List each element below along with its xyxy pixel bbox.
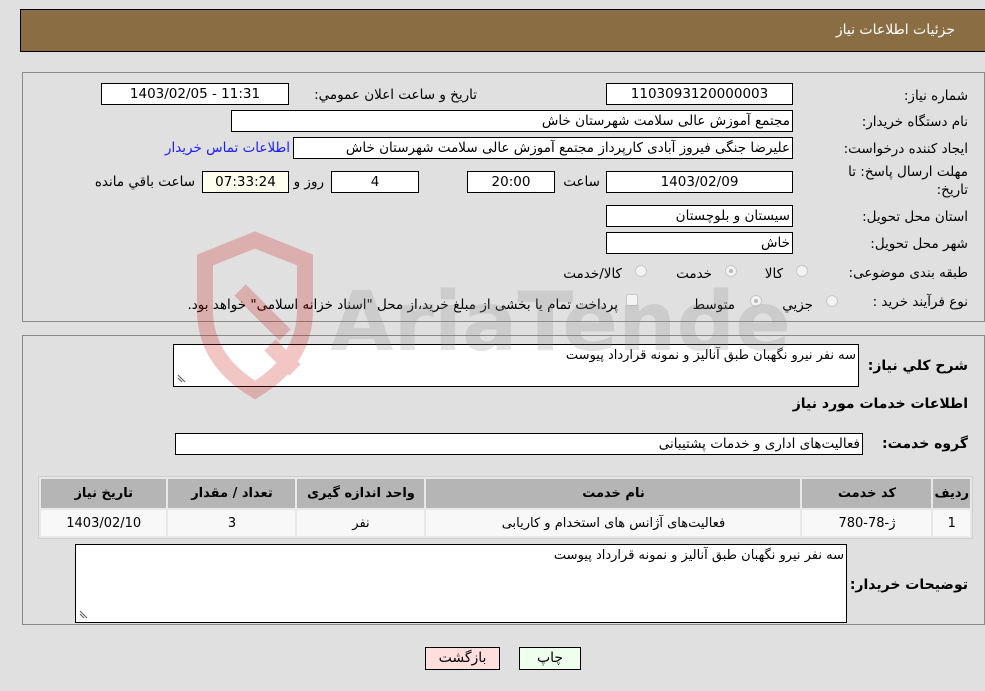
cell-row-number: 1 — [933, 510, 970, 536]
remaining-time-field: 07:33:24 — [202, 171, 289, 193]
cell-quantity: 3 — [168, 510, 296, 536]
col-unit: واحد اندازه گیری — [297, 479, 425, 508]
need-number-label: شماره نیاز: — [903, 88, 968, 104]
table-header-row: ردیف کد خدمت نام خدمت واحد اندازه گیری ت… — [41, 479, 970, 508]
resize-grip-icon[interactable] — [79, 610, 88, 619]
category-radio-service[interactable] — [725, 265, 737, 277]
purchase-radio-medium[interactable] — [750, 295, 762, 307]
category-option-goods: کالا — [764, 266, 783, 282]
description-label: شرح کلي نياز: — [867, 358, 968, 374]
resize-grip-icon[interactable] — [177, 374, 186, 383]
cell-service-name: فعالیت‌های آژانس های استخدام و کاریابی — [426, 510, 801, 536]
deadline-time-label: ساعت — [563, 174, 600, 190]
purchase-type-label: نوع فرآیند خرید : — [872, 294, 968, 310]
purchase-option-medium: متوسط — [692, 297, 735, 313]
creator-label: ایجاد کننده درخواست: — [843, 141, 968, 157]
services-section-title: اطلاعات خدمات مورد نیاز — [792, 396, 968, 412]
deadline-label: مهلت ارسال پاسخ: تا — [848, 164, 968, 180]
col-quantity: تعداد / مقدار — [168, 479, 296, 508]
services-table-wrap: ردیف کد خدمت نام خدمت واحد اندازه گیری ت… — [38, 476, 973, 539]
table-row: 1 ژ-78-780 فعالیت‌های آژانس های استخدام … — [41, 510, 970, 536]
need-number-field: 1103093120000003 — [606, 83, 793, 105]
description-textarea[interactable]: سه نفر نیرو نگهبان طبق آنالیز و نمونه قر… — [173, 344, 859, 387]
back-button[interactable]: بازگشت — [425, 647, 500, 670]
creator-field: علیرضا جنگی فیروز آبادی کارپرداز مجتمع آ… — [293, 137, 793, 159]
treasury-checkbox[interactable] — [626, 294, 638, 306]
col-service-name: نام خدمت — [426, 479, 801, 508]
category-radio-goods-service[interactable] — [635, 265, 647, 277]
page-title: جزئیات اطلاعات نیاز — [835, 22, 955, 38]
buyer-contact-link[interactable]: اطلاعات تماس خریدار — [165, 140, 290, 156]
cell-unit: نفر — [297, 510, 425, 536]
days-label: روز و — [293, 174, 324, 190]
category-radio-goods[interactable] — [796, 265, 808, 277]
province-label: استان محل تحویل: — [862, 209, 968, 225]
announce-datetime-field: 1403/02/05 - 11:31 — [101, 83, 289, 105]
buyer-notes-text: سه نفر نیرو نگهبان طبق آنالیز و نمونه قر… — [553, 548, 844, 563]
page-header: جزئیات اطلاعات نیاز — [20, 9, 985, 52]
buyer-org-label: نام دستگاه خریدار: — [861, 114, 968, 130]
print-button[interactable]: چاپ — [519, 647, 581, 670]
category-label: طبقه بندی موضوعی: — [848, 265, 968, 281]
col-need-date: تاریخ نیاز — [41, 479, 167, 508]
remaining-days-field: 4 — [331, 171, 419, 193]
treasury-note: پرداخت تمام یا بخشی از مبلغ خرید،از محل … — [187, 297, 618, 313]
col-row-number: ردیف — [933, 479, 970, 508]
buyer-notes-textarea[interactable]: سه نفر نیرو نگهبان طبق آنالیز و نمونه قر… — [75, 544, 847, 623]
province-field: سیستان و بلوچستان — [606, 205, 793, 227]
cell-need-date: 1403/02/10 — [41, 510, 167, 536]
cell-service-code: ژ-78-780 — [802, 510, 932, 536]
service-group-label: گروه خدمت: — [882, 436, 968, 452]
buyer-org-field: مجتمع آموزش عالی سلامت شهرستان خاش — [231, 110, 793, 132]
category-option-goods-service: کالا/خدمت — [563, 266, 622, 282]
description-text: سه نفر نیرو نگهبان طبق آنالیز و نمونه قر… — [565, 348, 856, 363]
remaining-time-label: ساعت باقي مانده — [94, 174, 195, 190]
city-field: خاش — [606, 232, 793, 254]
city-label: شهر محل تحویل: — [870, 236, 968, 252]
deadline-date-field: 1403/02/09 — [606, 171, 793, 193]
col-service-code: کد خدمت — [802, 479, 932, 508]
deadline-label-line2: تاریخ: — [936, 182, 968, 198]
services-table: ردیف کد خدمت نام خدمت واحد اندازه گیری ت… — [39, 477, 972, 538]
service-group-field: فعالیت‌های اداری و خدمات پشتیبانی — [175, 433, 863, 455]
announce-datetime-label: تاريخ و ساعت اعلان عمومي: — [314, 87, 477, 103]
purchase-option-minor: جزيي — [782, 297, 813, 313]
category-option-service: خدمت — [676, 266, 712, 282]
purchase-radio-minor[interactable] — [826, 295, 838, 307]
deadline-time-field: 20:00 — [467, 171, 555, 193]
buyer-notes-label: توضیحات خریدار: — [849, 577, 968, 593]
